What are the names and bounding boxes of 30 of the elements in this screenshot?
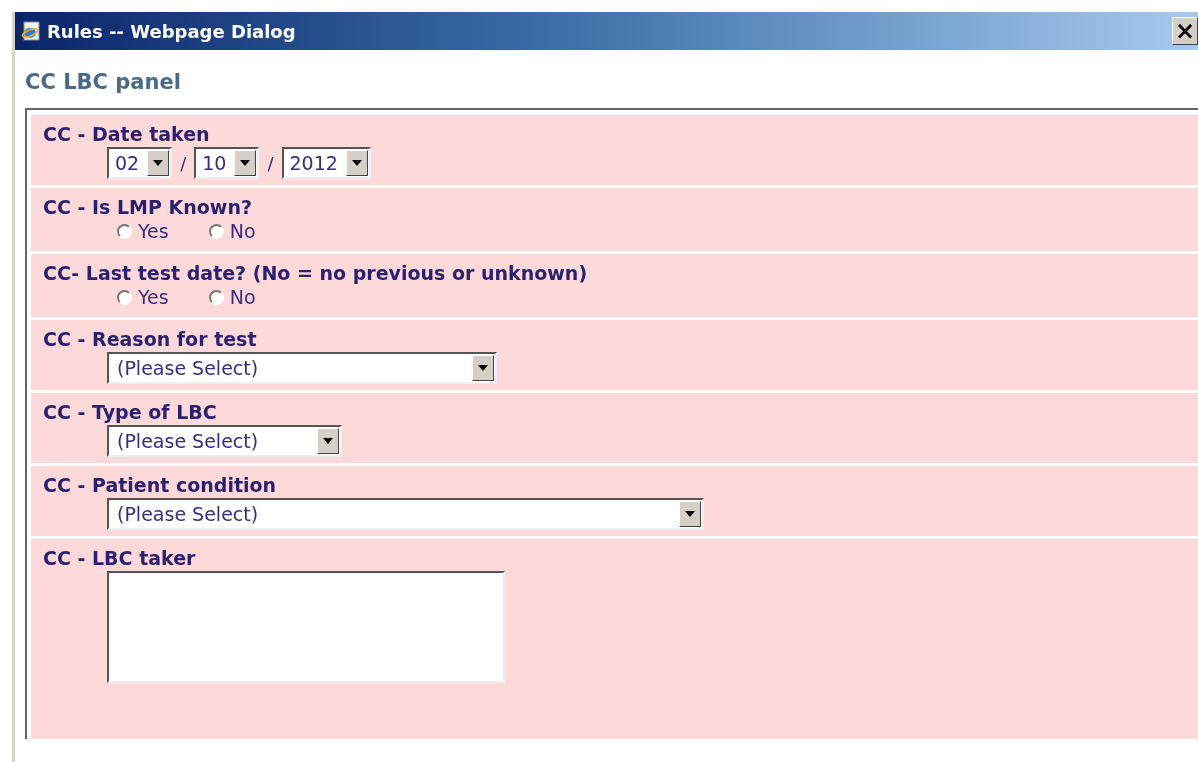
window-title: Rules -- Webpage Dialog [47,20,297,42]
panel-title: CC LBC panel [25,69,182,96]
dropdown-arrow-icon [323,438,333,444]
field-label: CC- Last test date? (No = no previous or unknown) [43,262,589,284]
field-label: CC - Date taken [43,123,211,145]
field-label: CC - Is LMP Known? [43,196,253,218]
radio-option[interactable]: No [208,286,256,308]
date-separator: / [180,152,187,174]
field-label: CC - Reason for test [43,328,258,350]
radio-option[interactable]: Yes [117,286,169,308]
dropdown[interactable]: (Please Select) [107,498,704,530]
dropdown-arrow-icon [153,160,164,166]
dropdown-arrow-icon [478,365,488,371]
dropdown[interactable]: (Please Select) [107,352,497,384]
browser-logo-icon [21,21,41,41]
date-dropdown[interactable]: 02 [107,147,173,179]
field-label: CC - LBC taker [43,547,197,569]
radio-option[interactable]: No [208,220,256,242]
date-dropdown[interactable]: 2012 [281,147,371,179]
dropdown[interactable]: (Please Select) [107,425,342,457]
close-button[interactable]: × [1172,17,1198,45]
dropdown-arrow-icon [685,511,695,517]
radio-option[interactable]: Yes [117,220,169,242]
date-dropdown[interactable]: 10 [194,147,260,179]
field-label: CC - Type of LBC [43,401,218,423]
dropdown-arrow-icon [240,160,251,166]
dropdown-arrow-icon [351,160,362,166]
text-area[interactable] [107,571,505,683]
date-separator: / [267,152,274,174]
field-label: CC - Patient condition [43,474,278,496]
